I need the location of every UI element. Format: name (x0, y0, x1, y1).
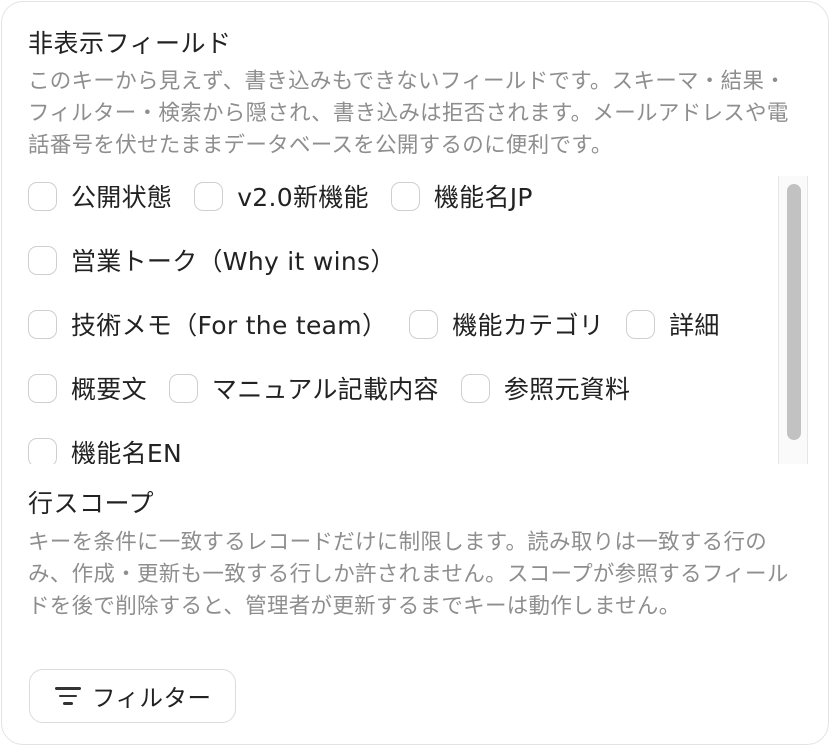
field-checkbox-label: マニュアル記載内容 (211, 375, 439, 404)
field-checkbox-label: 参照元資料 (503, 375, 631, 404)
field-checkbox-label: 機能名JP (433, 183, 533, 212)
field-checkbox-label: v2.0新機能 (237, 183, 369, 212)
scrollbar-thumb[interactable] (787, 184, 801, 440)
row-scope-title: 行スコープ (28, 489, 155, 518)
field-checkbox[interactable] (168, 373, 198, 403)
field-checkbox-label: 機能名EN (71, 439, 182, 464)
filter-lines-icon (55, 687, 81, 705)
field-checkbox-label: 機能カテゴリ (452, 311, 605, 340)
field-row: 機能名EN (28, 432, 204, 464)
field-checkbox-label: 技術メモ（For the team） (71, 311, 388, 340)
field-checkbox[interactable] (626, 309, 656, 339)
field-checkbox[interactable] (194, 181, 224, 211)
field-checkbox-label: 公開状態 (71, 183, 173, 212)
filter-button-label: フィルター (92, 684, 212, 712)
hidden-fields-panel: 非表示フィールド このキーから見えず、書き込みもできないフィールドです。スキーマ… (1, 1, 829, 745)
field-checkbox-item[interactable]: マニュアル記載内容 (168, 370, 439, 406)
field-checkbox[interactable] (28, 373, 57, 403)
field-checkbox-item[interactable]: 営業トーク（Why it wins） (28, 242, 396, 278)
filter-button[interactable]: フィルター (29, 669, 236, 723)
field-checkbox[interactable] (460, 373, 490, 403)
field-checkbox-item[interactable]: 概要文 (28, 370, 147, 406)
field-checkbox-item[interactable]: 公開状態 (28, 178, 172, 214)
field-checkbox-item[interactable]: 参照元資料 (460, 370, 631, 406)
hidden-fields-title: 非表示フィールド (28, 29, 232, 58)
field-row: 技術メモ（For the team） 機能カテゴリ 詳細 (28, 304, 742, 344)
field-list-scrollbar[interactable] (778, 176, 808, 464)
hidden-fields-description: このキーから見えず、書き込みもできないフィールドです。スキーマ・結果・フィルター… (28, 69, 789, 158)
row-scope-description: キーを条件に一致するレコードだけに制限します。読み取りは一致する行のみ、作成・更… (28, 530, 789, 619)
field-checkbox[interactable] (28, 245, 57, 275)
field-checkbox[interactable] (390, 181, 420, 211)
field-checkbox[interactable] (28, 437, 57, 464)
field-checkbox[interactable] (28, 181, 57, 211)
field-checkbox[interactable] (409, 309, 439, 339)
field-checkbox-item[interactable]: 技術メモ（For the team） (28, 306, 387, 342)
field-checkbox-label: 営業トーク（Why it wins） (71, 247, 396, 276)
field-checkbox[interactable] (28, 309, 57, 339)
field-checkbox-label: 詳細 (669, 311, 720, 340)
field-checkbox-item[interactable]: 詳細 (626, 306, 720, 342)
field-checkbox-item[interactable]: 機能カテゴリ (409, 306, 604, 342)
field-checkbox-item[interactable]: 機能名JP (390, 178, 533, 214)
field-row: 営業トーク（Why it wins） (28, 240, 418, 280)
field-row: 概要文 マニュアル記載内容 参照元資料 (28, 368, 652, 408)
field-checkbox-item[interactable]: v2.0新機能 (194, 178, 369, 214)
field-row: 公開状態 v2.0新機能 機能名JP (28, 176, 555, 216)
field-checkbox-item[interactable]: 機能名EN (28, 434, 182, 464)
field-checkbox-label: 概要文 (71, 375, 147, 404)
field-checkbox-list: 公開状態 v2.0新機能 機能名JP 営業トーク（Why it wins） 技術メモ（F… (28, 176, 782, 464)
